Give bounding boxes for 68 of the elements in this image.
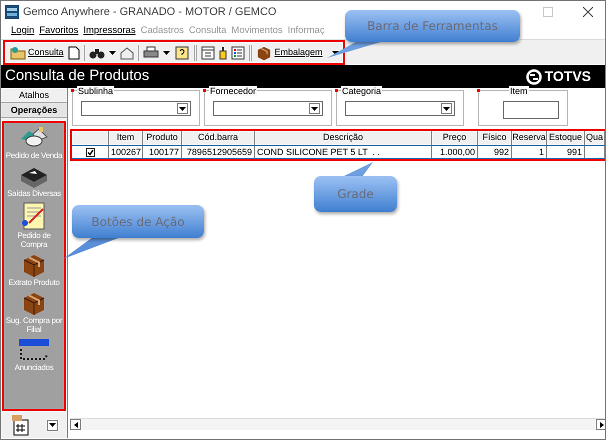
consulta-button[interactable]: Consulta [10,46,64,60]
callout: Barra de Ferramentas [345,10,520,42]
bottle-icon[interactable] [218,46,227,60]
filter-label: Sublinha [77,86,114,96]
callout: Botões de Ação [72,205,204,238]
callout: Grade [314,176,397,212]
table-cell: 991 [547,146,585,158]
dropdown-field[interactable] [81,101,191,116]
required-mark [203,89,206,92]
dropdown-button[interactable] [47,420,58,430]
box-icon [21,290,47,316]
box-icon [256,44,272,60]
menu-item[interactable]: Impressoras [83,24,136,38]
column-header[interactable]: Item [109,131,143,145]
required-mark [477,89,480,92]
left-arrow-icon [74,422,78,428]
column-header[interactable]: Descrição [255,131,432,145]
table-cell: 1.000,00 [432,146,478,158]
home-icon[interactable] [120,46,134,60]
caret-icon [443,106,450,110]
required-mark [71,89,74,92]
embalagem-button[interactable]: Embalagem [256,44,339,60]
input-field[interactable] [503,101,559,119]
filter-label: Categoria [341,86,382,96]
table-cell: 1 [512,146,547,158]
right-arrow-icon [600,422,604,428]
logo-icon [526,68,542,84]
dropdown-field[interactable] [213,101,323,116]
table-cell: 100177 [143,146,182,158]
folder-icon [10,46,26,60]
required-mark [335,89,338,92]
box-icon [21,252,47,278]
printer-icon[interactable] [142,46,159,60]
menu-item[interactable]: Favoritos [39,24,78,38]
list-icon[interactable] [230,46,245,60]
caret-icon [49,423,56,427]
table-cell: 992 [478,146,512,158]
close-icon[interactable] [583,7,593,17]
filter-label: Item [509,86,529,96]
column-header[interactable]: Produto [143,131,182,145]
scroll-left-button[interactable] [70,419,81,430]
scroll-right-button[interactable] [596,419,605,430]
page-title: Consulta de Produtos [5,66,150,86]
new-document-icon[interactable] [68,46,80,60]
help-icon[interactable] [174,46,190,60]
column-header[interactable]: Qua [585,131,605,145]
calendar-icon[interactable] [200,46,215,60]
table-cell: COND SILICONE PET 5 LT . . [255,146,432,158]
caret-icon [162,50,170,54]
row-checkbox[interactable] [86,148,94,156]
window-title: Gemco Anywhere - GRANADO - MOTOR / GEMCO [23,4,276,20]
column-header[interactable]: Estoque [547,131,585,145]
dropdown-field[interactable] [345,101,455,116]
logo-text: TOTVS [544,67,591,86]
column-header[interactable]: Reserva [512,131,547,145]
column-header[interactable]: Cód.barra [182,131,255,145]
column-header[interactable]: Físico [478,131,512,145]
caret-icon [108,50,116,54]
filter-label: Fornecedor [209,86,258,96]
table-cell: 7896512905659 [182,146,255,158]
app-icon [5,5,19,19]
table-cell: 100267 [109,146,143,158]
caret-icon [179,106,186,110]
ticket-icon[interactable] [10,414,30,436]
caret-icon [311,106,318,110]
side-tab[interactable]: Operações [1,103,67,118]
column-header[interactable]: Preço [432,131,478,145]
menu-item[interactable]: Login [11,24,34,38]
